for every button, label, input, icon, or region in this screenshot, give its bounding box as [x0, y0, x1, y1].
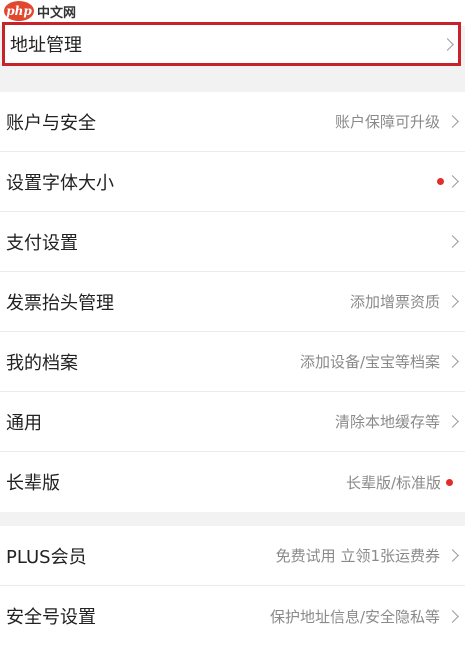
settings-group: 账户与安全 账户保障可升级 设置字体大小 支付设置 发票抬头管理 添加增票资质 …: [0, 92, 465, 512]
item-label: 长辈版: [6, 473, 60, 494]
item-value: 免费试用 立领1张运费券: [275, 547, 440, 565]
php-logo-icon: php: [4, 1, 34, 21]
item-value: 清除本地缓存等: [334, 413, 440, 431]
plus-membership-item[interactable]: PLUS会员 免费试用 立领1张运费券: [0, 526, 465, 586]
chevron-right-icon: [446, 549, 459, 562]
my-profile-item[interactable]: 我的档案 添加设备/宝宝等档案: [0, 332, 465, 392]
site-watermark: php 中文网: [4, 1, 76, 21]
notification-dot-icon: [446, 478, 453, 486]
chevron-right-icon: [441, 37, 454, 51]
logo-text: php: [6, 4, 32, 18]
chevron-right-icon: [446, 415, 459, 428]
general-item[interactable]: 通用 清除本地缓存等: [0, 392, 465, 452]
chevron-right-icon: [446, 235, 459, 248]
elder-mode-item[interactable]: 长辈版 长辈版/标准版: [0, 452, 465, 512]
chevron-right-icon: [446, 115, 459, 128]
address-management-label: 地址管理: [10, 35, 82, 56]
item-label: 账户与安全: [6, 112, 96, 134]
secure-number-item[interactable]: 安全号设置 保护地址信息/安全隐私等: [0, 586, 465, 646]
item-value: 账户保障可升级: [334, 113, 440, 131]
font-size-item[interactable]: 设置字体大小: [0, 152, 465, 212]
item-label: PLUS会员: [6, 546, 87, 568]
payment-settings-item[interactable]: 支付设置: [0, 212, 465, 272]
invoice-title-item[interactable]: 发票抬头管理 添加增票资质: [0, 272, 465, 332]
chevron-right-icon: [446, 175, 459, 188]
item-value: 添加设备/宝宝等档案: [299, 353, 440, 371]
chevron-right-icon: [446, 355, 459, 368]
item-label: 设置字体大小: [6, 172, 114, 194]
notification-dot-icon: [437, 178, 444, 185]
item-label: 我的档案: [6, 352, 78, 374]
item-label: 发票抬头管理: [6, 292, 114, 314]
item-label: 安全号设置: [6, 607, 96, 628]
item-value: 添加增票资质: [349, 293, 440, 311]
membership-group: PLUS会员 免费试用 立领1张运费券 安全号设置 保护地址信息/安全隐私等: [0, 526, 465, 646]
address-management-item[interactable]: 地址管理: [2, 22, 461, 66]
chevron-right-icon: [446, 295, 459, 308]
item-label: 支付设置: [6, 232, 78, 254]
item-value: 长辈版/标准版: [345, 473, 441, 492]
item-label: 通用: [6, 412, 42, 434]
item-value: 保护地址信息/安全隐私等: [269, 607, 440, 626]
chevron-right-icon: [446, 609, 459, 623]
watermark-text: 中文网: [37, 5, 77, 21]
account-security-item[interactable]: 账户与安全 账户保障可升级: [0, 92, 465, 152]
